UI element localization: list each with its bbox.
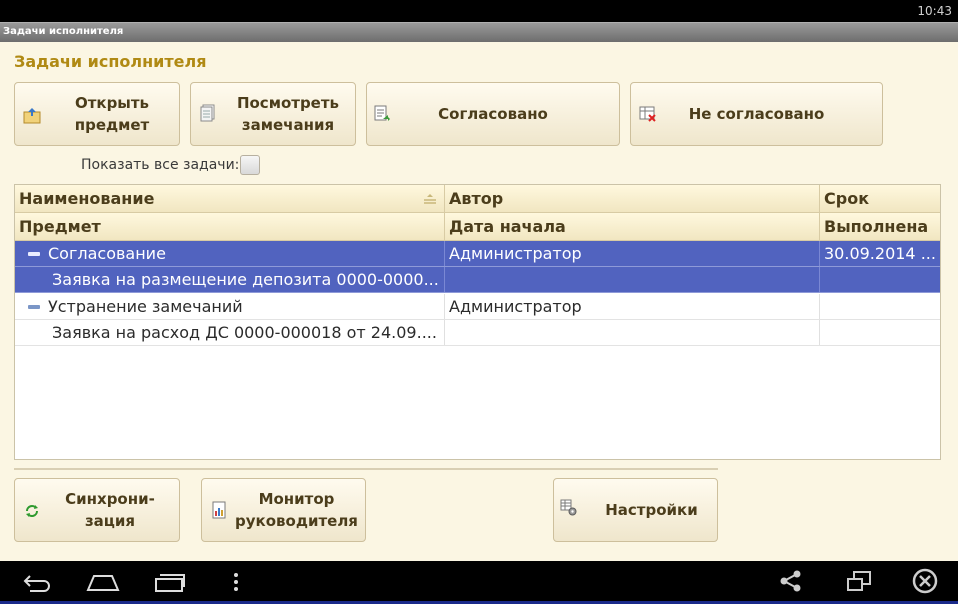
recent-apps-icon[interactable] — [154, 571, 186, 593]
window-title: Задачи исполнителя — [3, 26, 124, 37]
android-navigation-bar — [0, 561, 958, 604]
show-all-label: Показать все задачи: — [81, 157, 240, 173]
task-subject-cell: Заявка на расход ДС 0000-000018 от 24.09… — [15, 320, 445, 345]
status-clock: 10:43 — [917, 4, 952, 18]
task-start-date-cell — [445, 320, 820, 345]
task-author-cell: Администратор — [445, 241, 820, 266]
agreed-button[interactable]: Согласовано — [366, 82, 620, 146]
window-resize-icon[interactable] — [846, 570, 872, 592]
app-form: Задачи исполнителя Открыть предмет Посмо… — [0, 42, 958, 561]
home-icon[interactable] — [86, 572, 120, 592]
column-header-author[interactable]: Автор — [445, 185, 820, 212]
close-icon[interactable] — [911, 567, 939, 595]
collapse-icon[interactable] — [28, 251, 40, 256]
settings-label: Настройки — [605, 501, 698, 519]
refresh-icon — [26, 505, 38, 517]
table-reject-icon — [639, 106, 656, 122]
column-header-done[interactable]: Выполнена — [820, 213, 940, 240]
open-folder-icon — [23, 108, 41, 124]
sort-icon[interactable] — [423, 193, 437, 205]
android-status-bar: 10:43 — [0, 0, 958, 22]
agreed-label: Согласовано — [438, 105, 548, 123]
table-row[interactable]: Устранение замечаний Администратор — [15, 294, 940, 320]
task-done-cell — [820, 267, 940, 292]
column-header-subject[interactable]: Предмет — [15, 213, 445, 240]
show-all-tasks-toggle: Показать все задачи: — [81, 155, 261, 175]
menu-dots-icon[interactable] — [232, 572, 240, 594]
column-header-name[interactable]: Наименование — [15, 185, 445, 212]
table-row[interactable]: Заявка на расход ДС 0000-000018 от 24.09… — [15, 320, 940, 346]
back-icon[interactable] — [22, 572, 52, 592]
toolbar-divider — [14, 468, 718, 470]
view-remarks-button[interactable]: Посмотреть замечания — [190, 82, 356, 146]
table-header-row-2: Предмет Дата начала Выполнена — [15, 213, 940, 241]
share-icon[interactable] — [779, 570, 803, 592]
task-done-cell — [820, 320, 940, 345]
table-row[interactable]: Согласование Администратор 30.09.2014 ..… — [15, 241, 940, 267]
show-all-checkbox[interactable] — [240, 155, 261, 175]
settings-gear-icon — [560, 499, 577, 516]
task-name-cell: Согласование — [15, 241, 445, 266]
open-subject-button[interactable]: Открыть предмет — [14, 82, 180, 146]
form-title: Задачи исполнителя — [14, 52, 207, 71]
tasks-table: Наименование Автор Срок Предмет Дата нач… — [14, 184, 941, 460]
task-start-date-cell — [445, 267, 820, 292]
window-title-bar: Задачи исполнителя — [0, 22, 958, 42]
not-agreed-button[interactable]: Не согласовано — [630, 82, 883, 146]
column-header-start-date[interactable]: Дата начала — [445, 213, 820, 240]
collapse-icon[interactable] — [28, 304, 40, 309]
sync-button[interactable]: Синхрони- зация — [14, 478, 180, 542]
document-approve-icon — [374, 105, 390, 121]
manager-monitor-button[interactable]: Монитор руководителя — [201, 478, 366, 542]
task-deadline-cell — [820, 294, 940, 319]
settings-button[interactable]: Настройки — [553, 478, 718, 542]
table-row[interactable]: Заявка на размещение депозита 0000-0000.… — [15, 267, 940, 293]
task-name-cell: Устранение замечаний — [15, 294, 445, 319]
task-deadline-cell: 30.09.2014 ... — [824, 244, 936, 263]
task-author-cell: Администратор — [445, 294, 820, 319]
table-header-row-1: Наименование Автор Срок — [15, 185, 940, 213]
task-subject-cell: Заявка на размещение депозита 0000-0000.… — [15, 267, 445, 292]
document-icon — [200, 104, 215, 122]
column-header-deadline[interactable]: Срок — [820, 185, 940, 212]
not-agreed-label: Не согласовано — [688, 105, 825, 123]
report-chart-icon — [212, 501, 226, 519]
